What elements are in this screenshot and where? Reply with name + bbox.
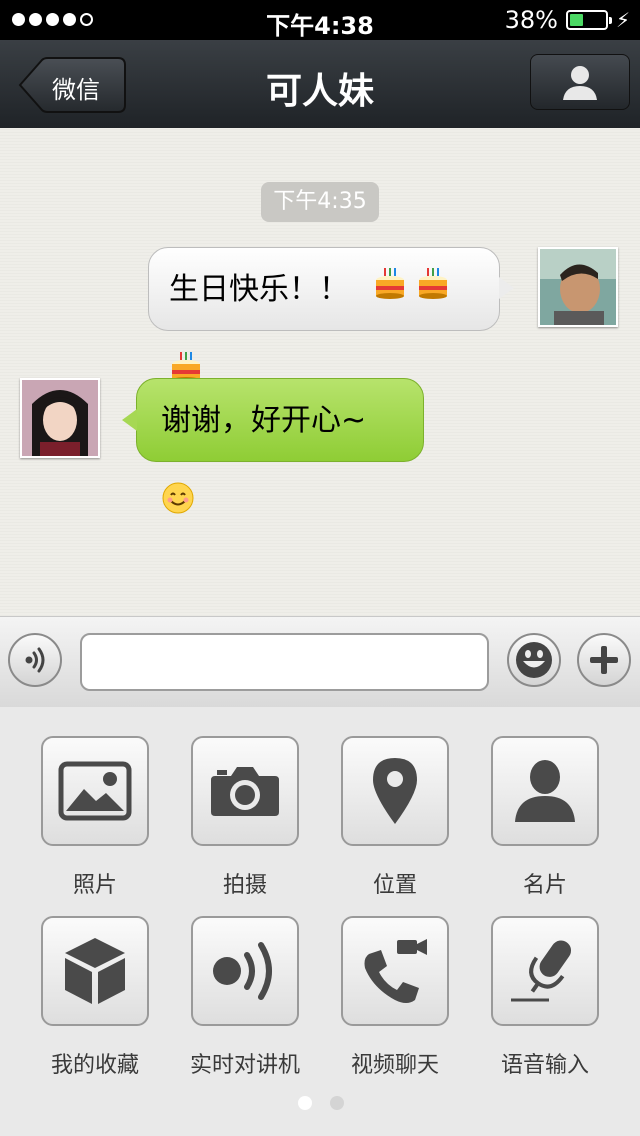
message-timestamp: 下午4:35: [261, 182, 379, 222]
favorites-box-icon: [65, 938, 125, 1004]
location-icon: [373, 758, 417, 824]
voice-input-button[interactable]: [491, 916, 599, 1026]
contact-card-label: 名片: [522, 873, 567, 898]
person-icon: [563, 66, 597, 100]
walkie-talkie-label: 实时对讲机: [189, 1053, 300, 1078]
camera-button[interactable]: [191, 736, 299, 846]
voice-mode-button[interactable]: [8, 633, 62, 687]
incoming-message-bubble[interactable]: 谢谢，好开心~: [122, 378, 424, 513]
page-indicator-dot-active[interactable]: [298, 1096, 312, 1110]
status-bar: 下午4:38 38% ⚡: [0, 0, 640, 40]
input-toolbar: [0, 616, 640, 708]
more-options-button[interactable]: [577, 633, 631, 687]
smiley-icon: [516, 642, 552, 678]
outgoing-message-bubble[interactable]: 生日快乐！！: [148, 247, 514, 383]
location-label: 位置: [372, 873, 417, 898]
page-indicator-dot[interactable]: [330, 1096, 344, 1110]
photo-button[interactable]: [41, 736, 149, 846]
attachment-panel: 照片 拍摄 位置 名片 我的收藏 实时对讲机 视频聊天 语音输入: [0, 707, 640, 1136]
voice-input-label: 语音输入: [500, 1053, 589, 1078]
photo-icon: [58, 761, 132, 821]
message-text: 生日快乐！！: [169, 272, 349, 307]
photo-label: 照片: [72, 873, 117, 898]
walkie-talkie-icon: [213, 942, 272, 1000]
message-input[interactable]: [80, 633, 489, 691]
favorites-button[interactable]: [41, 916, 149, 1026]
battery-icon: [565, 10, 612, 30]
microphone-icon: [511, 940, 572, 1002]
location-button[interactable]: [341, 736, 449, 846]
walkie-talkie-button[interactable]: [191, 916, 299, 1026]
contact-avatar[interactable]: [20, 378, 100, 458]
camera-icon: [211, 767, 279, 816]
contact-info-button[interactable]: [530, 54, 630, 110]
video-call-button[interactable]: [341, 916, 449, 1026]
message-text: 谢谢，好开心~: [161, 403, 367, 438]
contact-card-icon: [515, 760, 575, 822]
camera-label: 拍摄: [222, 873, 267, 898]
contact-card-button[interactable]: [491, 736, 599, 846]
video-call-icon: [364, 939, 427, 1003]
cake-emoji-icon: [373, 249, 407, 333]
chat-area[interactable]: 下午4:35 生日快乐！！ 谢谢，好开心~: [0, 128, 640, 616]
voice-wave-icon: [25, 647, 45, 673]
smile-emoji-icon: [161, 464, 195, 548]
video-call-label: 视频聊天: [350, 1053, 439, 1078]
cake-emoji-icon: [416, 249, 450, 333]
emoji-button[interactable]: [507, 633, 561, 687]
my-avatar[interactable]: [538, 247, 618, 327]
navigation-bar: 微信 可人妹: [0, 40, 640, 129]
charging-icon: ⚡: [615, 8, 630, 32]
favorites-label: 我的收藏: [50, 1053, 139, 1078]
plus-icon: [590, 646, 618, 674]
battery-percent: 38%: [504, 6, 558, 34]
